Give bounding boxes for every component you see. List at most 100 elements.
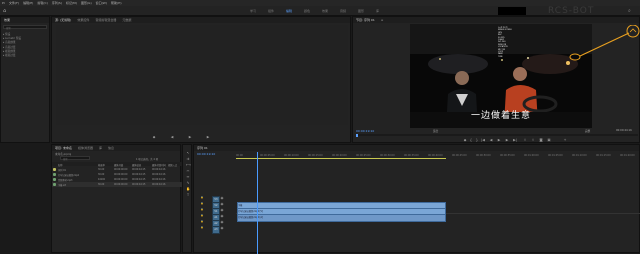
- menu-item[interactable]: 图形(G): [79, 1, 94, 5]
- slip-tool-icon[interactable]: ↔: [186, 175, 190, 179]
- program-viewer: 人 在 车 内 SPEED 0 KM/H GPS REC 30 FPS 1080P ISO …: [410, 24, 592, 128]
- workspace-tab[interactable]: 效果: [322, 9, 328, 13]
- lock-icon[interactable]: 🔒: [200, 226, 204, 230]
- program-timecode[interactable]: 00:00:19:10: [356, 129, 374, 133]
- workspace-tab[interactable]: 组件: [268, 9, 274, 13]
- menu-item[interactable]: 编辑(E): [21, 1, 35, 5]
- effects-folder[interactable]: ▸ 视频过渡: [3, 53, 16, 57]
- column-header[interactable]: 媒体结束: [132, 163, 141, 167]
- annotation-arrow: [569, 25, 640, 61]
- panel-tab[interactable]: 音频剪辑混合器: [92, 18, 119, 22]
- quality-select[interactable]: 完整: [585, 129, 590, 133]
- effects-search-input[interactable]: 搜索: [3, 25, 47, 30]
- project-row[interactable]: 字幕.srt 30.00 00:00:00:00 00:00:44:15 00:00:4…: [52, 182, 182, 187]
- go-to-in-icon[interactable]: |◀: [481, 138, 485, 142]
- workspace-tab[interactable]: 编辑: [286, 9, 292, 13]
- lock-icon[interactable]: 🔒: [200, 196, 204, 200]
- export-frame-icon[interactable]: ◙: [539, 138, 543, 142]
- track-select-icon[interactable]: ⇉: [186, 157, 190, 161]
- pen-tool-icon[interactable]: ✎: [186, 181, 190, 185]
- panel-tab[interactable]: 项目: 未命名: [52, 146, 75, 150]
- menu-item[interactable]: 剪辑(C): [35, 1, 49, 5]
- scrubber-playhead[interactable]: [356, 134, 358, 137]
- ripple-edit-icon[interactable]: ⟷: [186, 163, 191, 167]
- eye-icon[interactable]: ◉: [220, 196, 224, 200]
- search-placeholder: 搜索: [63, 158, 68, 161]
- panel-tab[interactable]: 信息: [105, 146, 117, 150]
- mute-icon[interactable]: ◉: [220, 214, 224, 218]
- program-scrubber[interactable]: [356, 134, 638, 137]
- work-area-bar[interactable]: [236, 158, 446, 159]
- step-back-icon[interactable]: ◀: [489, 138, 493, 142]
- menu-item[interactable]: 标记(M): [64, 1, 79, 5]
- mute-icon[interactable]: ◉: [220, 226, 224, 230]
- column-header[interactable]: 媒体持续时间: [152, 163, 166, 167]
- project-tabs: 项目: 未命名 媒体浏览器库信息: [52, 145, 180, 151]
- out-point-icon[interactable]: }: [475, 138, 479, 142]
- eye-icon[interactable]: ◉: [220, 208, 224, 212]
- hand-tool-icon[interactable]: ✋: [186, 187, 190, 191]
- lock-icon[interactable]: 🔒: [200, 220, 204, 224]
- add-icon[interactable]: +: [563, 138, 567, 142]
- play-icon[interactable]: ▶: [497, 138, 501, 142]
- label-color-swatch[interactable]: [53, 178, 56, 181]
- label-color-swatch[interactable]: [53, 183, 56, 186]
- source-tabs: 源: (无剪辑) 效果控件 音频剪辑混合器 元数据: [52, 17, 350, 23]
- menu-icon[interactable]: ≡: [378, 18, 387, 22]
- menu-item[interactable]: 文件(F): [7, 1, 21, 5]
- account-badge[interactable]: [498, 7, 526, 15]
- extract-icon[interactable]: ⇪: [531, 138, 535, 142]
- menu-item[interactable]: 帮助(H): [109, 1, 124, 5]
- menu-item[interactable]: Pr: [0, 1, 7, 5]
- column-header[interactable]: 视频入点: [168, 163, 177, 167]
- panel-tab[interactable]: 效果控件: [74, 18, 92, 22]
- play-icon[interactable]: ▶: [188, 135, 192, 139]
- clip-label: 字幕: [238, 204, 243, 207]
- lift-icon[interactable]: ⇧: [523, 138, 527, 142]
- timeline-timecode[interactable]: 00:00:19:10: [197, 152, 215, 156]
- playhead[interactable]: [257, 152, 258, 254]
- search-icon[interactable]: ⌕: [628, 8, 631, 14]
- clip-a1-audio[interactable]: 行车记录仪视频.mp4 [A]: [237, 214, 446, 222]
- workspace-tab[interactable]: 音频: [340, 9, 346, 13]
- tab-effects[interactable]: 效果: [1, 18, 13, 22]
- panel-tab[interactable]: 媒体浏览器: [75, 146, 96, 150]
- column-header[interactable]: 名称: [58, 163, 63, 167]
- label-color-swatch[interactable]: [53, 168, 56, 171]
- step-forward-icon[interactable]: ▶: [206, 135, 210, 139]
- panel-tab[interactable]: 库: [96, 146, 105, 150]
- lock-icon[interactable]: 🔒: [200, 214, 204, 218]
- label-color-swatch[interactable]: [53, 173, 56, 176]
- marker-icon[interactable]: ◆: [152, 135, 156, 139]
- workspace-tab[interactable]: 颜色: [304, 9, 310, 13]
- step-forward-icon[interactable]: ▶: [505, 138, 509, 142]
- menu-item[interactable]: 窗口(W): [94, 1, 109, 5]
- type-tool-icon[interactable]: T: [186, 193, 190, 197]
- step-back-icon[interactable]: ◀: [170, 135, 174, 139]
- tab-program[interactable]: 节目: 序列 01: [353, 18, 378, 22]
- eye-icon[interactable]: ◉: [220, 202, 224, 206]
- selection-tool-icon[interactable]: ↖: [186, 151, 190, 155]
- panel-tab[interactable]: 源: (无剪辑): [52, 18, 74, 22]
- panel-tab[interactable]: 元数据: [119, 18, 134, 22]
- project-search-input[interactable]: 搜索: [60, 156, 90, 161]
- lock-icon[interactable]: 🔒: [200, 208, 204, 212]
- overlay-text-block: 人 在 车 内 SPEED 0 KM/H GPS REC 30 FPS 1080P ISO …: [498, 27, 532, 58]
- lock-icon[interactable]: 🔒: [200, 202, 204, 206]
- workspace-tab[interactable]: 学习: [250, 9, 256, 13]
- home-icon[interactable]: ⌂: [3, 8, 6, 14]
- compare-icon[interactable]: ▣: [547, 138, 551, 142]
- track-header[interactable]: A3: [212, 226, 220, 234]
- go-to-out-icon[interactable]: ▶|: [513, 138, 517, 142]
- workspace-tab[interactable]: 图形: [358, 9, 364, 13]
- menu-item[interactable]: 序列(S): [50, 1, 64, 5]
- tab-sequence[interactable]: 序列 01: [194, 146, 211, 150]
- razor-tool-icon[interactable]: ✂: [186, 169, 190, 173]
- in-point-icon[interactable]: {: [469, 138, 473, 142]
- marker-icon[interactable]: ◆: [463, 138, 467, 142]
- workspace-tab[interactable]: 库: [376, 9, 379, 13]
- column-header[interactable]: 媒体开始: [114, 163, 123, 167]
- zoom-select[interactable]: 适合: [433, 129, 438, 133]
- column-header[interactable]: 帧速率: [98, 163, 105, 167]
- mute-icon[interactable]: ◉: [220, 220, 224, 224]
